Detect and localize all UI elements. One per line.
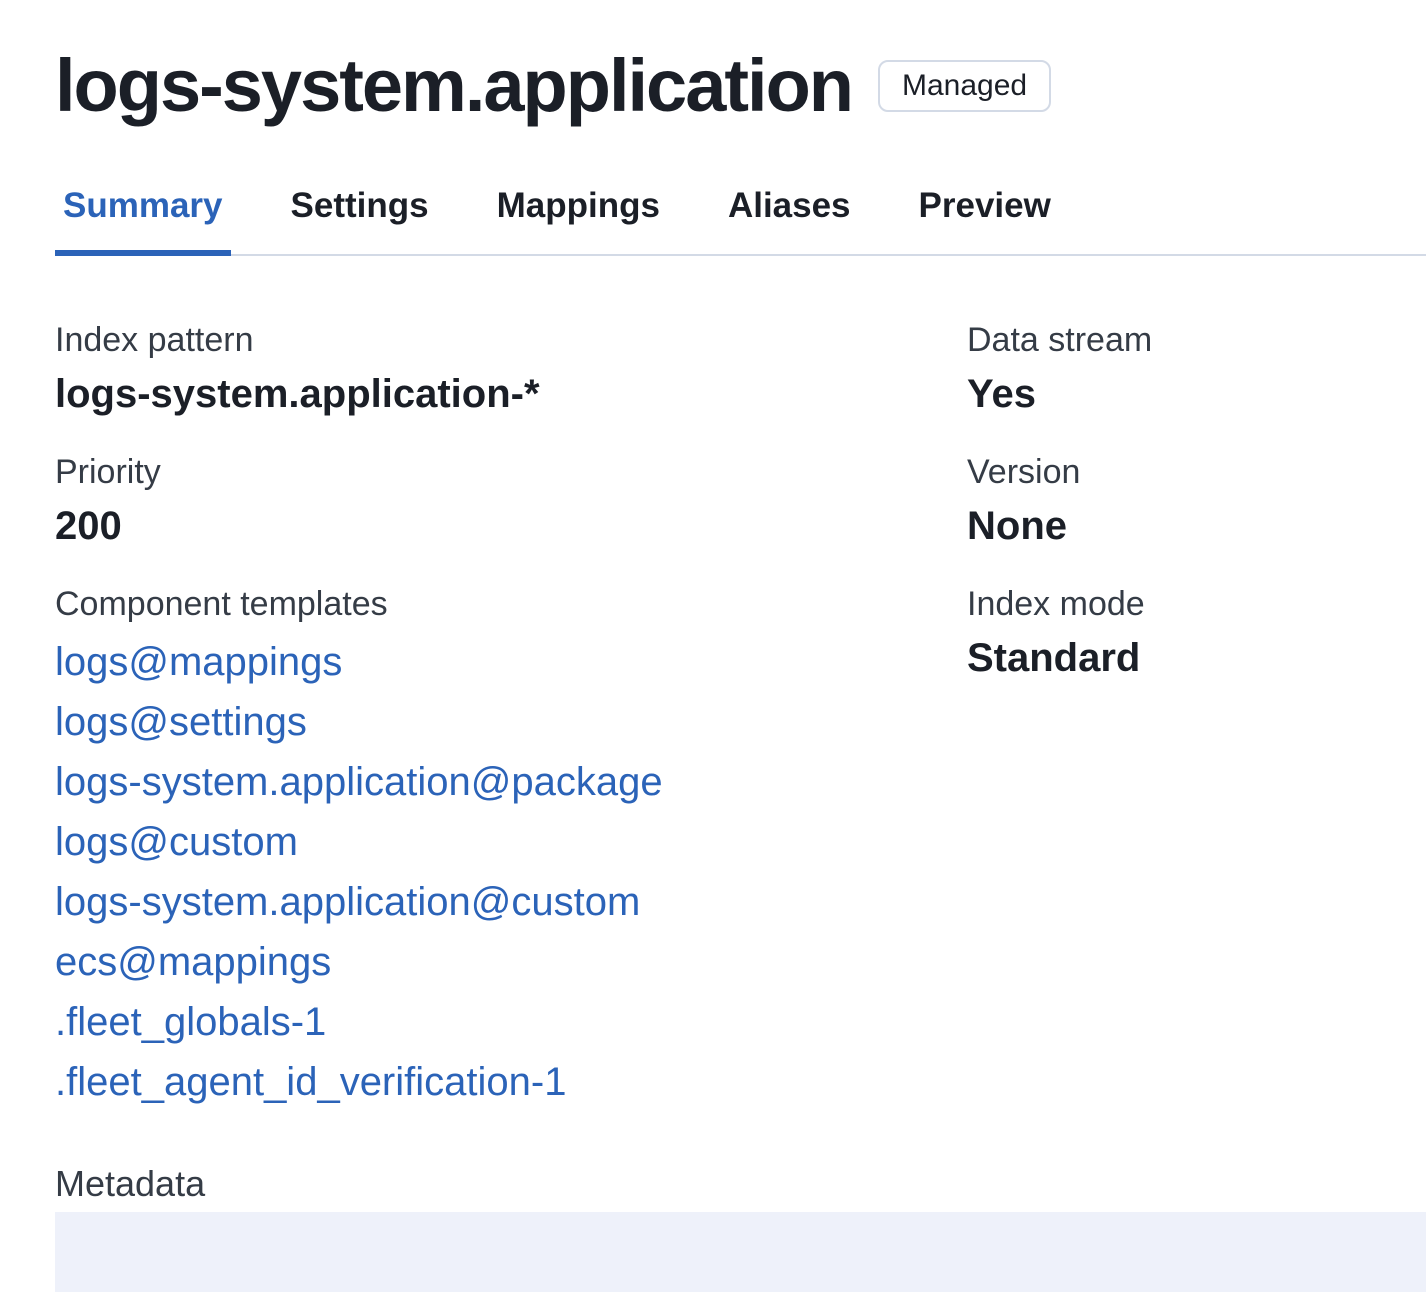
priority-label: Priority <box>55 450 967 494</box>
tab-bar: Summary Settings Mappings Aliases Previe… <box>55 186 1426 256</box>
index-mode-group: Index mode Standard <box>967 582 1426 684</box>
index-mode-value: Standard <box>967 632 1426 684</box>
component-template-link[interactable]: .fleet_agent_id_verification-1 <box>55 1052 566 1112</box>
index-pattern-group: Index pattern logs-system.application-* <box>55 318 967 420</box>
component-template-link[interactable]: logs-system.application@custom <box>55 872 640 932</box>
component-template-link[interactable]: logs@mappings <box>55 632 342 692</box>
tab-mappings[interactable]: Mappings <box>489 186 668 254</box>
index-mode-label: Index mode <box>967 582 1426 626</box>
tab-preview[interactable]: Preview <box>911 186 1059 254</box>
metadata-section: Metadata <box>55 1164 1426 1292</box>
data-stream-value: Yes <box>967 368 1426 420</box>
priority-value: 200 <box>55 500 967 552</box>
summary-left-column: Index pattern logs-system.application-* … <box>55 318 967 1142</box>
component-templates-list: logs@mappings logs@settings logs-system.… <box>55 632 967 1112</box>
page-title: logs-system.application <box>55 40 852 132</box>
tab-aliases[interactable]: Aliases <box>720 186 859 254</box>
metadata-heading: Metadata <box>55 1164 1426 1204</box>
component-templates-group: Component templates logs@mappings logs@s… <box>55 582 967 1112</box>
version-value: None <box>967 500 1426 552</box>
component-templates-label: Component templates <box>55 582 967 626</box>
summary-right-column: Data stream Yes Version None Index mode … <box>967 318 1426 1142</box>
page-header: logs-system.application Managed <box>55 40 1426 132</box>
managed-badge: Managed <box>878 60 1051 112</box>
component-template-link[interactable]: logs@custom <box>55 812 298 872</box>
index-pattern-label: Index pattern <box>55 318 967 362</box>
component-template-link[interactable]: ecs@mappings <box>55 932 331 992</box>
tab-summary[interactable]: Summary <box>55 186 231 254</box>
index-pattern-value: logs-system.application-* <box>55 368 967 420</box>
component-template-link[interactable]: .fleet_globals-1 <box>55 992 326 1052</box>
index-template-details-page: logs-system.application Managed Summary … <box>0 0 1426 1292</box>
version-label: Version <box>967 450 1426 494</box>
priority-group: Priority 200 <box>55 450 967 552</box>
component-template-link[interactable]: logs-system.application@package <box>55 752 663 812</box>
data-stream-group: Data stream Yes <box>967 318 1426 420</box>
data-stream-label: Data stream <box>967 318 1426 362</box>
version-group: Version None <box>967 450 1426 552</box>
metadata-code-block <box>55 1212 1426 1292</box>
tab-settings[interactable]: Settings <box>283 186 437 254</box>
component-template-link[interactable]: logs@settings <box>55 692 307 752</box>
summary-tab-content: Index pattern logs-system.application-* … <box>55 256 1426 1142</box>
